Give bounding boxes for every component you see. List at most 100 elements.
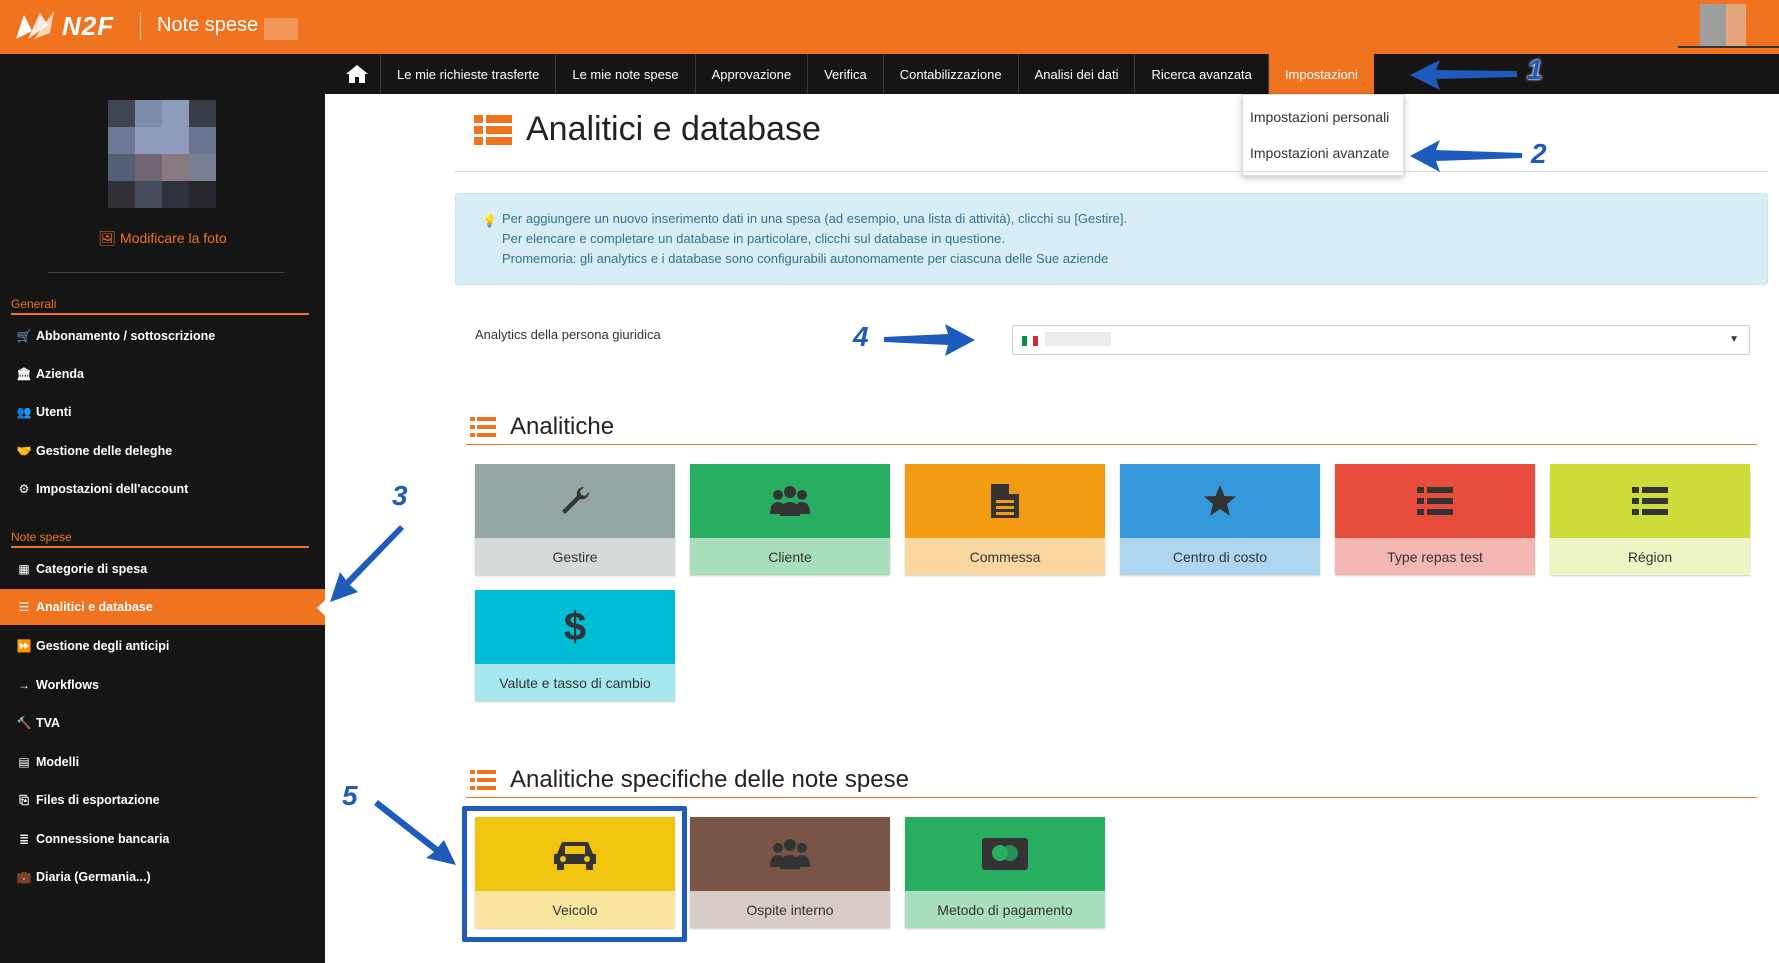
files-icon: ⎘ — [19, 792, 29, 807]
arrow-3 — [330, 525, 404, 602]
tile-color — [690, 817, 890, 891]
nav-analisi[interactable]: Analisi dei dati — [1017, 54, 1135, 94]
nav-trasferte[interactable]: Le mie richieste trasferte — [380, 54, 555, 94]
tile-centro-costo[interactable]: Centro di costo — [1120, 464, 1320, 575]
sidebar-item-bancaria[interactable]: ≣ Connessione bancaria — [0, 821, 325, 857]
app-title: Note spese — [157, 14, 259, 36]
tile-color — [1335, 464, 1535, 538]
gavel-icon: 🔨 — [16, 716, 32, 730]
users-icon — [770, 839, 810, 869]
sidebar-item-account[interactable]: ⚙ Impostazioni dell'account — [0, 471, 325, 507]
logo-text: N2F — [62, 10, 115, 41]
bank-icon: 🏛 — [16, 367, 32, 381]
wrench-icon — [562, 486, 590, 514]
star-icon — [1204, 485, 1236, 516]
tile-label: Ospite interno — [690, 891, 890, 928]
section-specifiche-rule — [466, 797, 1757, 798]
nav-contabilizzazione[interactable]: Contabilizzazione — [882, 54, 1018, 94]
section-title: Analitiche specifiche delle note spese — [510, 766, 909, 793]
n2f-logo[interactable]: N2F — [14, 8, 124, 44]
tile-ospite[interactable]: Ospite interno — [690, 817, 890, 928]
tile-label: Type repas test — [1335, 538, 1535, 575]
nav-approvazione[interactable]: Approvazione — [694, 54, 808, 94]
document-icon — [991, 484, 1019, 518]
main-navbar: Le mie richieste trasferte Le mie note s… — [0, 54, 1779, 94]
tile-region[interactable]: Région — [1550, 464, 1750, 575]
tile-color: $ — [475, 590, 675, 664]
info-line: Promemoria: gli analytics e i database s… — [502, 251, 1109, 266]
lightbulb-icon: 💡 — [482, 214, 497, 228]
sidebar-item-label: Diaria (Germania...) — [36, 870, 151, 884]
annotation-3: 3 — [392, 480, 408, 511]
sidebar-item-label: Abbonamento / sottoscrizione — [36, 329, 216, 343]
sidebar-item-anticipi[interactable]: ⏩ Gestione degli anticipi — [0, 628, 325, 664]
blurred-entity-name — [1045, 332, 1111, 346]
dollar-icon: $ — [563, 604, 587, 649]
info-alert: 💡 Per aggiungere un nuovo inserimento da… — [455, 193, 1768, 285]
sidebar-item-label: Azienda — [36, 367, 84, 381]
sidebar-item-azienda[interactable]: 🏛 Azienda — [0, 356, 325, 392]
list-icon — [1632, 487, 1668, 515]
section-specifiche-header: Analitiche specifiche delle note spese — [470, 766, 909, 794]
blurred-company-name — [264, 18, 298, 40]
sidebar-item-label: Files di esportazione — [36, 793, 160, 807]
sidebar-item-diaria[interactable]: 💼 Diaria (Germania...) — [0, 859, 325, 895]
sidebar-item-deleghe[interactable]: 🤝 Gestione delle deleghe — [0, 433, 325, 469]
database-icon: ≣ — [18, 832, 30, 846]
user-avatar[interactable] — [1700, 4, 1726, 46]
annotation-2: 2 — [1531, 138, 1547, 169]
tile-veicolo[interactable]: Veicolo — [475, 817, 675, 928]
sidebar-divider — [48, 272, 284, 273]
annotation-4: 4 — [853, 321, 869, 352]
tile-valute[interactable]: $ Valute e tasso di cambio — [475, 590, 675, 701]
sidebar-item-label: Workflows — [36, 678, 99, 692]
tile-label: Veicolo — [475, 891, 675, 928]
credit-card-icon — [982, 838, 1028, 870]
info-line: Per aggiungere un nuovo inserimento dati… — [502, 211, 1128, 226]
sidebar-item-export[interactable]: ⎘ Files di esportazione — [0, 782, 325, 818]
tile-gestire[interactable]: Gestire — [475, 464, 675, 575]
tile-metodo-pagamento[interactable]: Metodo di pagamento — [905, 817, 1105, 928]
sidebar-item-label: Connessione bancaria — [36, 832, 170, 846]
info-line: Per elencare e completare un database in… — [502, 231, 1005, 246]
section-generali: Generali — [11, 297, 57, 311]
section-note-spese-rule — [11, 546, 309, 548]
dropdown-impostazioni-personali[interactable]: Impostazioni personali — [1243, 99, 1403, 135]
tile-label: Commessa — [905, 538, 1105, 575]
italy-flag-icon — [1022, 336, 1038, 346]
nav-menu: Le mie richieste trasferte Le mie note s… — [334, 54, 1374, 94]
tile-color — [1120, 464, 1320, 538]
tile-color — [690, 464, 890, 538]
sidebar-item-categorie[interactable]: ▦ Categorie di spesa — [0, 551, 325, 587]
tile-color — [1550, 464, 1750, 538]
tile-cliente[interactable]: Cliente — [690, 464, 890, 575]
nav-ricerca[interactable]: Ricerca avanzata — [1134, 54, 1267, 94]
nav-verifica[interactable]: Verifica — [807, 54, 883, 94]
section-title: Analitiche — [510, 413, 615, 440]
nav-note-spese[interactable]: Le mie note spese — [555, 54, 694, 94]
entity-select[interactable]: ▼ — [1012, 325, 1750, 355]
sidebar-item-modelli[interactable]: ▤ Modelli — [0, 744, 325, 780]
forward-icon: ⏩ — [16, 639, 32, 653]
header-divider — [140, 12, 141, 40]
sidebar-item-workflows[interactable]: → Workflows — [0, 667, 325, 703]
user-name-blur — [1726, 4, 1746, 46]
sidebar-item-label: Modelli — [36, 755, 80, 769]
impostazioni-dropdown: Impostazioni personali Impostazioni avan… — [1242, 94, 1404, 176]
sidebar-item-analitici[interactable]: ☰ Analitici e database — [0, 589, 326, 625]
nav-impostazioni[interactable]: Impostazioni — [1267, 54, 1374, 94]
arrow-5 — [374, 800, 456, 865]
dropdown-impostazioni-avanzate[interactable]: Impostazioni avanzate — [1243, 135, 1403, 171]
tile-commessa[interactable]: Commessa — [905, 464, 1105, 575]
tile-color — [905, 464, 1105, 538]
home-button[interactable] — [334, 54, 380, 94]
sidebar-item-tva[interactable]: 🔨 TVA — [0, 705, 325, 741]
n2f-logo-icon — [16, 11, 54, 39]
sidebar-item-abbonamento[interactable]: 🛒 Abbonamento / sottoscrizione — [0, 318, 325, 354]
edit-photo-link[interactable]: 🖼 Modificare la foto — [0, 230, 325, 247]
sidebar-item-utenti[interactable]: 👥 Utenti — [0, 394, 325, 430]
list-icon — [470, 417, 496, 437]
user-underline — [1678, 46, 1779, 48]
car-icon — [554, 842, 596, 870]
tile-type-repas[interactable]: Type repas test — [1335, 464, 1535, 575]
